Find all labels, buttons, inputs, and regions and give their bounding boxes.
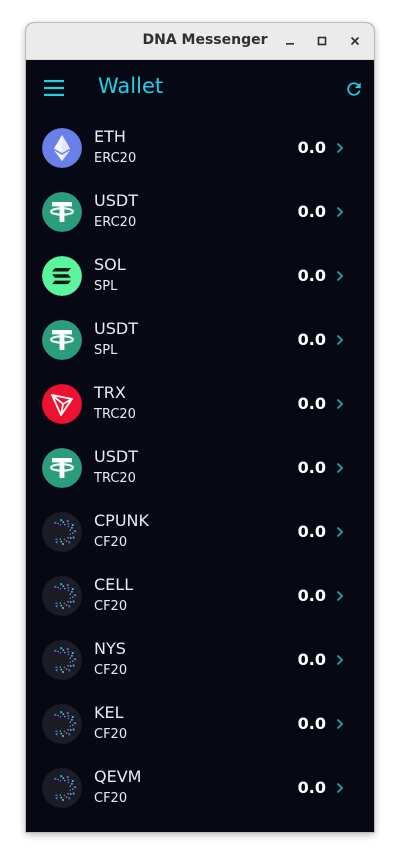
token-row[interactable]: SOL SPL 0.0 [26, 244, 374, 308]
token-symbol: NYS [94, 639, 126, 658]
token-row[interactable]: CELL CF20 0.0 [26, 564, 374, 628]
window-titlebar[interactable]: DNA Messenger [26, 23, 374, 60]
token-row[interactable]: TRX TRC20 0.0 [26, 372, 374, 436]
token-balance: 0.0 [297, 202, 326, 221]
token-balance: 0.0 [297, 138, 326, 157]
cellframe-icon [42, 704, 82, 744]
app-bar: Wallet [26, 60, 374, 116]
chevron-right-icon [336, 398, 344, 410]
chevron-right-icon [336, 334, 344, 346]
token-row[interactable]: NYS CF20 0.0 [26, 628, 374, 692]
token-symbol: USDT [94, 319, 138, 338]
token-balance: 0.0 [297, 650, 326, 669]
trx-icon [42, 384, 82, 424]
token-network: CF20 [94, 599, 128, 614]
token-list: ETH ERC20 0.0 USDT ERC20 0.0 SOL SPL 0.0… [26, 116, 374, 820]
cellframe-icon [42, 512, 82, 552]
token-network: CF20 [94, 535, 128, 550]
token-network: TRC20 [94, 471, 136, 486]
chevron-right-icon [336, 206, 344, 218]
token-balance: 0.0 [297, 586, 326, 605]
token-network: SPL [94, 343, 118, 358]
token-symbol: ETH [94, 127, 126, 146]
usdt-icon [42, 320, 82, 360]
hamburger-menu-icon[interactable] [44, 80, 64, 96]
usdt-icon [42, 448, 82, 488]
token-symbol: QEVM [94, 767, 142, 786]
close-button[interactable] [343, 29, 367, 53]
token-symbol: SOL [94, 255, 126, 274]
token-balance: 0.0 [297, 330, 326, 349]
minimize-button[interactable] [278, 29, 302, 53]
sol-icon [42, 256, 82, 296]
chevron-right-icon [336, 526, 344, 538]
app-window: DNA Messenger Wallet ETH ERC20 0.0 USDT … [26, 23, 374, 832]
token-row[interactable]: USDT TRC20 0.0 [26, 436, 374, 500]
token-network: CF20 [94, 791, 128, 806]
token-symbol: USDT [94, 191, 138, 210]
token-network: ERC20 [94, 151, 137, 166]
token-row[interactable]: KEL CF20 0.0 [26, 692, 374, 756]
chevron-right-icon [336, 718, 344, 730]
token-balance: 0.0 [297, 522, 326, 541]
token-balance: 0.0 [297, 266, 326, 285]
chevron-right-icon [336, 654, 344, 666]
token-network: SPL [94, 279, 118, 294]
token-balance: 0.0 [297, 778, 326, 797]
token-symbol: KEL [94, 703, 124, 722]
page-title: Wallet [98, 74, 164, 98]
eth-icon [42, 128, 82, 168]
token-network: CF20 [94, 727, 128, 742]
cellframe-icon [42, 768, 82, 808]
token-row[interactable]: QEVM CF20 0.0 [26, 756, 374, 820]
refresh-icon[interactable] [344, 79, 364, 99]
chevron-right-icon [336, 782, 344, 794]
token-symbol: CPUNK [94, 511, 149, 530]
maximize-button[interactable] [310, 29, 334, 53]
token-balance: 0.0 [297, 714, 326, 733]
chevron-right-icon [336, 462, 344, 474]
token-network: CF20 [94, 663, 128, 678]
token-symbol: CELL [94, 575, 134, 594]
token-network: TRC20 [94, 407, 136, 422]
token-balance: 0.0 [297, 394, 326, 413]
token-row[interactable]: CPUNK CF20 0.0 [26, 500, 374, 564]
chevron-right-icon [336, 590, 344, 602]
cellframe-icon [42, 640, 82, 680]
token-row[interactable]: USDT ERC20 0.0 [26, 180, 374, 244]
token-row[interactable]: ETH ERC20 0.0 [26, 116, 374, 180]
maximize-icon [317, 36, 327, 46]
token-row[interactable]: USDT SPL 0.0 [26, 308, 374, 372]
minimize-icon [286, 43, 294, 45]
cellframe-icon [42, 576, 82, 616]
token-symbol: USDT [94, 447, 138, 466]
token-balance: 0.0 [297, 458, 326, 477]
chevron-right-icon [336, 270, 344, 282]
token-network: ERC20 [94, 215, 137, 230]
chevron-right-icon [336, 142, 344, 154]
usdt-icon [42, 192, 82, 232]
close-icon [350, 36, 360, 46]
token-symbol: TRX [94, 383, 126, 402]
